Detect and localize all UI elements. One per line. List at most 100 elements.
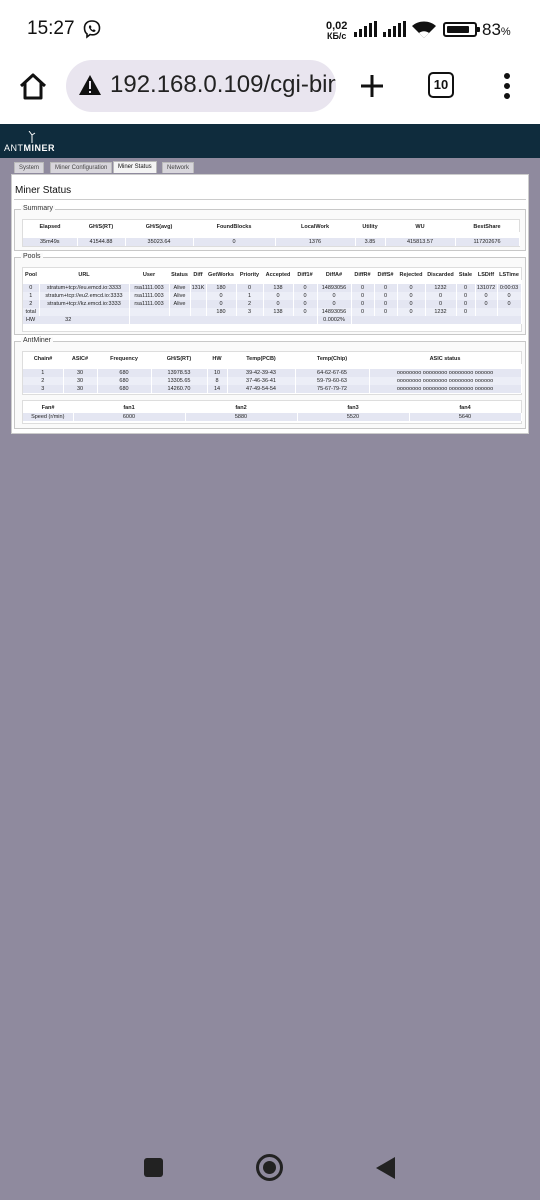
table-cell: 0 <box>475 300 498 308</box>
battery-tip <box>477 27 480 32</box>
table-cell: 0 <box>397 292 426 300</box>
summary-legend: Summary <box>21 205 55 212</box>
fan-header: fan4 <box>459 405 471 411</box>
pools-header: Priority <box>239 272 260 278</box>
table-cell: rsa1111.003 <box>129 292 170 300</box>
recents-button[interactable] <box>144 1158 163 1177</box>
table-cell: 47-49-54-54 <box>227 385 296 393</box>
table-cell: Alive <box>169 292 191 300</box>
table-cell: 180 <box>206 308 237 316</box>
pools-header: LSTime <box>499 272 519 278</box>
table-cell: 0 <box>293 292 318 300</box>
table-cell: 1 <box>23 292 40 300</box>
table-cell: 0 <box>475 292 498 300</box>
table-cell: Alive <box>169 284 191 292</box>
clock: 15:27 <box>27 18 75 39</box>
table-cell: 138 <box>263 308 294 316</box>
table-cell <box>190 300 207 308</box>
signal-1-icon <box>354 21 377 37</box>
viber-icon <box>83 20 101 39</box>
table-cell: oooooooo oooooooo oooooooo oooooo <box>369 369 522 377</box>
table-cell: 0 <box>374 300 398 308</box>
browser-toolbar: 192.168.0.109/cgi-bin 10 <box>0 60 540 124</box>
table-cell: 59-79-60-63 <box>295 377 370 385</box>
tab-system[interactable]: System <box>14 162 45 173</box>
table-cell <box>475 308 498 316</box>
table-cell: 180 <box>206 284 237 292</box>
chain-header: Frequency <box>110 356 138 362</box>
table-cell: 30 <box>63 369 98 377</box>
summary-elapsed: 35m49s <box>23 238 78 246</box>
table-cell: 0 <box>397 300 426 308</box>
fan-header: fan1 <box>123 405 135 411</box>
table-cell: 2 <box>23 300 40 308</box>
battery-icon <box>443 22 480 37</box>
table-cell: 0 <box>293 284 318 292</box>
table-cell: 0 <box>456 292 476 300</box>
summary-section: Summary Elapsed GH/S(RT) GH/S(avg) Found… <box>14 205 526 251</box>
table-row: 1 30 680 13978.53 10 39-42-39-43 64-62-67-65 oo… <box>23 369 522 377</box>
table-cell: 0:00:03 <box>497 284 522 292</box>
new-tab-plus-icon[interactable] <box>356 70 388 102</box>
address-bar[interactable]: 192.168.0.109/cgi-bin <box>66 60 336 112</box>
table-cell: 0 <box>236 284 264 292</box>
table-cell: 0 <box>374 284 398 292</box>
table-row: 2 stratum+tcp://kz.emcd.io:3333 rsa1111.00… <box>23 300 522 308</box>
pools-table: Pool URL User Status Diff GetWorks Prior… <box>23 270 522 324</box>
back-button[interactable] <box>376 1157 395 1179</box>
summary-local-work: 1376 <box>275 238 356 246</box>
table-cell: 0 <box>397 308 426 316</box>
table-cell: 0 <box>351 292 375 300</box>
fan4-speed: 5640 <box>409 413 522 421</box>
more-menu-icon[interactable] <box>497 70 517 102</box>
fan-header: Fan# <box>41 405 55 411</box>
pools-header: Rejected <box>399 272 423 278</box>
table-cell: 0 <box>293 308 318 316</box>
pools-header: Accepted <box>265 272 291 278</box>
fan3-speed: 5520 <box>297 413 410 421</box>
table-cell: oooooooo oooooooo oooooooo oooooo <box>369 385 522 393</box>
hw-row: HW 32 0.0002% <box>23 316 522 324</box>
table-cell: 0 <box>425 292 457 300</box>
table-cell: Alive <box>169 300 191 308</box>
chains-header-row: Chain# ASIC# Frequency GH/S(RT) HW Temp(… <box>23 354 521 364</box>
home-icon[interactable] <box>16 70 50 104</box>
table-cell: 0 <box>497 300 522 308</box>
table-cell: 14 <box>207 385 228 393</box>
table-cell <box>190 308 207 316</box>
chains-table-box: Chain# ASIC# Frequency GH/S(RT) HW Temp(… <box>22 351 522 395</box>
system-nav-bar <box>0 1140 540 1200</box>
antminer-header: ANTMINER <box>0 124 540 158</box>
battery-percent-sign: % <box>500 26 511 38</box>
tab-switcher-button[interactable]: 10 <box>428 72 454 98</box>
table-cell: 3 <box>23 385 64 393</box>
summary-header: Utility <box>362 224 378 230</box>
table-cell: 0 <box>263 292 294 300</box>
battery-percent: 83% <box>482 20 511 40</box>
tab-miner-status[interactable]: Miner Status <box>113 161 157 173</box>
logo-miner-text: MINER <box>23 143 55 153</box>
table-cell: 64-62-67-65 <box>295 369 370 377</box>
home-button[interactable] <box>256 1154 283 1181</box>
table-cell: 131K <box>190 284 207 292</box>
summary-header: FoundBlocks <box>216 224 252 230</box>
wifi-icon <box>412 21 436 38</box>
tab-network[interactable]: Network <box>162 162 195 173</box>
url-text[interactable]: 192.168.0.109/cgi-bin <box>110 71 336 99</box>
table-cell: 680 <box>97 369 152 377</box>
warning-icon[interactable] <box>78 74 102 96</box>
network-speed-value: 0,02 <box>326 20 348 32</box>
pools-header: DiffA# <box>325 272 343 278</box>
table-row: 2 30 680 13305.65 8 37-46-36-41 59-79-60-63 ooo… <box>23 377 522 385</box>
chain-header: ASIC status <box>429 356 461 362</box>
table-cell: 1 <box>236 292 264 300</box>
fans-table-box: Fan# fan1 fan2 fan3 fan4 Speed (r/min) 6… <box>22 400 522 424</box>
table-cell: 39-42-39-43 <box>227 369 296 377</box>
summary-table: Elapsed GH/S(RT) GH/S(avg) FoundBlocks L… <box>23 222 520 246</box>
table-cell: 680 <box>97 385 152 393</box>
table-row: total 180 3 138 0 14893056 0 0 0 1232 0 <box>23 308 522 316</box>
tab-miner-configuration[interactable]: Miner Configuration <box>50 162 113 173</box>
fans-header-row: Fan# fan1 fan2 fan3 fan4 <box>23 403 521 413</box>
chain-header: Temp(PCB) <box>246 356 276 362</box>
hw-cell: HW 32 <box>23 316 130 324</box>
